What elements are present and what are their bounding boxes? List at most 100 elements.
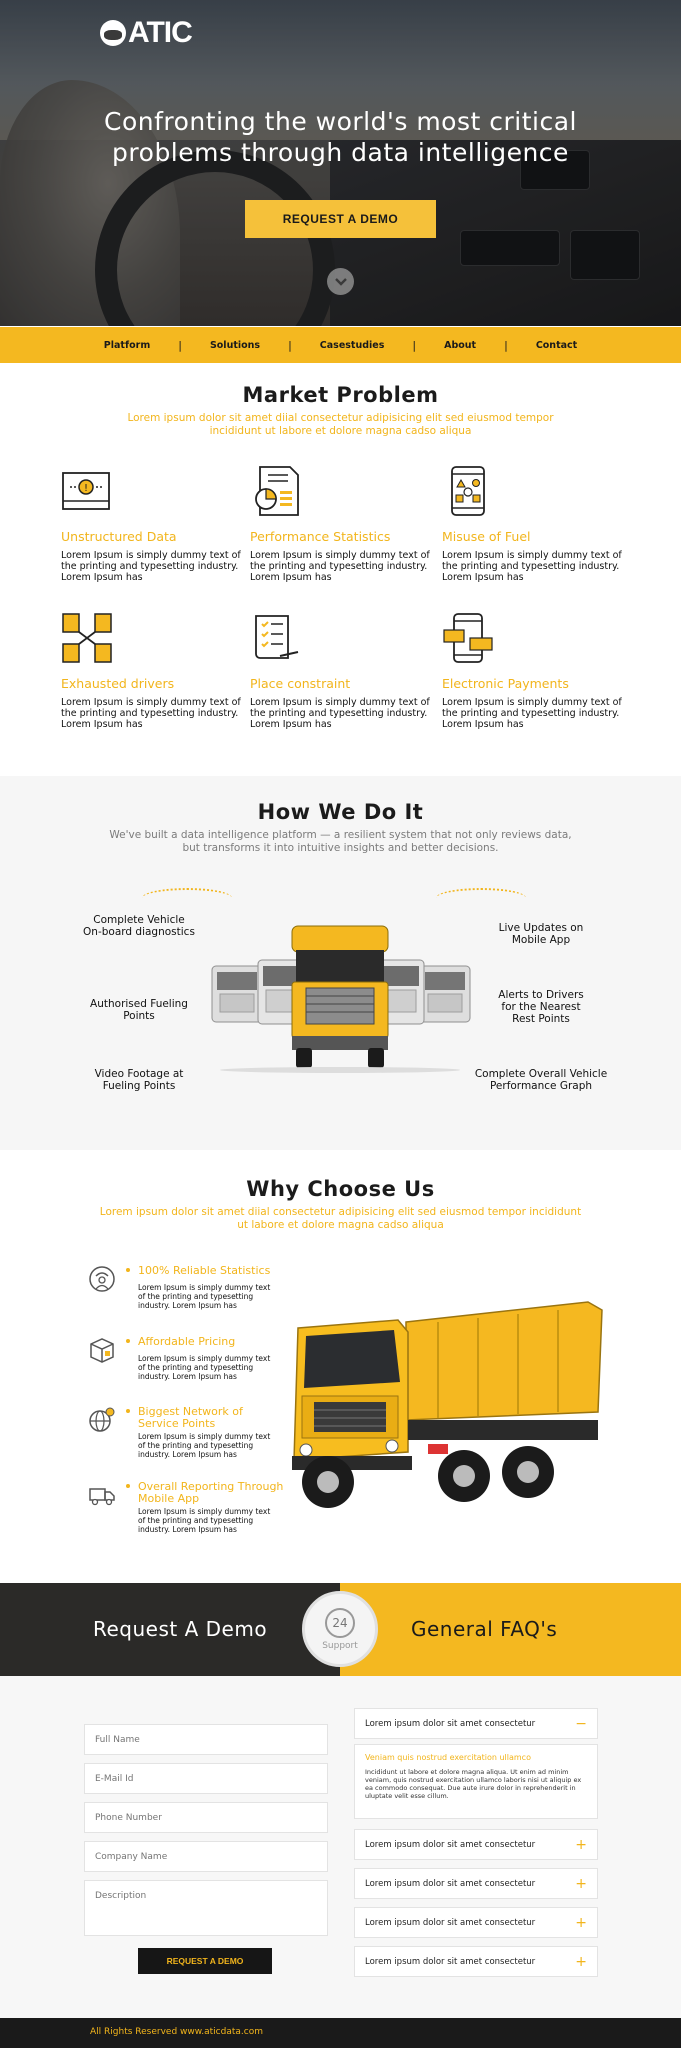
problem-text: Lorem Ipsum is simply dummy text of the … xyxy=(250,550,430,583)
plus-icon: + xyxy=(575,1914,587,1931)
plus-icon: + xyxy=(575,1875,587,1892)
faq-answer-text: Incididunt ut labore et dolore magna ali… xyxy=(365,1768,582,1800)
faq-answer: Veniam quis nostrud exercitation ullamco… xyxy=(354,1744,598,1819)
main-nav: Platform | Solutions | Casestudies | Abo… xyxy=(0,327,681,363)
faq-item[interactable]: Lorem ipsum dolor sit amet consectetur + xyxy=(354,1946,598,1977)
feature-label: Complete Vehicle On-board diagnostics xyxy=(83,914,195,938)
faq-item[interactable]: Lorem ipsum dolor sit amet consectetur + xyxy=(354,1868,598,1899)
nav-casestudies[interactable]: Casestudies xyxy=(320,340,385,351)
problem-title: Unstructured Data xyxy=(61,529,177,544)
why-item-title: Overall Reporting Through Mobile App xyxy=(126,1481,298,1505)
mobile-shapes-icon xyxy=(451,466,485,516)
problem-title: Performance Statistics xyxy=(250,529,391,544)
email-field[interactable] xyxy=(84,1763,328,1794)
dump-truck-image xyxy=(292,1301,603,1508)
why-item-title: 100% Reliable Statistics xyxy=(126,1265,298,1277)
footer-copyright: All Rights Reserved www.aticdata.com xyxy=(90,2027,263,2037)
problem-text: Lorem Ipsum is simply dummy text of the … xyxy=(442,550,622,583)
how-title: How We Do It xyxy=(257,800,424,824)
hero-section: ATIC Confronting the world's most critic… xyxy=(0,0,681,326)
checklist-scroll-icon xyxy=(255,615,299,659)
plus-icon: + xyxy=(575,1836,587,1853)
faq-question: Lorem ipsum dolor sit amet consectetur xyxy=(365,1718,536,1729)
submit-demo-button[interactable]: REQUEST A DEMO xyxy=(138,1948,272,1974)
faq-answer-title: Veniam quis nostrud exercitation ullamco xyxy=(365,1753,531,1762)
faq-question: Lorem ipsum dolor sit amet consectetur xyxy=(365,1956,536,1967)
faq-item[interactable]: Lorem ipsum dolor sit amet consectetur + xyxy=(354,1907,598,1938)
faq-item-open[interactable]: Lorem ipsum dolor sit amet consectetur − xyxy=(354,1708,598,1739)
why-item-title: Affordable Pricing xyxy=(126,1336,298,1348)
problem-title: Place constraint xyxy=(250,676,351,691)
why-item-text: Lorem Ipsum is simply dummy text of the p… xyxy=(138,1283,271,1310)
support-label: Support xyxy=(322,1640,358,1651)
trucks-fleet-image xyxy=(211,925,471,1073)
why-item-text: Lorem Ipsum is simply dummy text of the p… xyxy=(138,1432,271,1459)
documents-cross-icon xyxy=(62,613,112,663)
support-badge: 24 Support xyxy=(302,1591,378,1667)
request-demo-heading: Request A Demo xyxy=(93,1617,268,1641)
faq-question: Lorem ipsum dolor sit amet consectetur xyxy=(365,1878,536,1889)
company-field[interactable] xyxy=(84,1841,328,1872)
problem-card: Electronic Payments Lorem Ipsum is simpl… xyxy=(442,612,622,730)
box-icon xyxy=(90,1338,114,1363)
dotted-arc xyxy=(436,888,526,908)
how-we-do-it-section: How We Do It We've built a data intellig… xyxy=(0,776,681,1150)
problem-card: ! Unstructured Data Lorem Ipsum is simpl… xyxy=(61,465,241,583)
hero-headline: Confronting the world's most critical pr… xyxy=(104,107,577,167)
nav-about[interactable]: About xyxy=(444,340,476,351)
chevron-down-icon xyxy=(334,277,347,286)
faq-item[interactable]: Lorem ipsum dolor sit amet consectetur + xyxy=(354,1829,598,1860)
globe-logo-icon xyxy=(100,20,126,46)
problem-text: Lorem Ipsum is simply dummy text of the … xyxy=(442,697,622,730)
full-name-field[interactable] xyxy=(84,1724,328,1755)
feature-label: Video Footage at Fueling Points xyxy=(94,1068,184,1092)
problem-text: Lorem Ipsum is simply dummy text of the … xyxy=(61,697,241,730)
problem-text: Lorem Ipsum is simply dummy text of the … xyxy=(61,550,241,583)
nav-divider: | xyxy=(504,338,508,352)
request-demo-button[interactable]: REQUEST A DEMO xyxy=(245,200,436,238)
scroll-down-button[interactable] xyxy=(327,268,354,295)
problem-title: Misuse of Fuel xyxy=(442,529,531,544)
document-alert-icon: ! xyxy=(62,472,110,510)
dotted-arc xyxy=(142,888,232,908)
how-subtitle: We've built a data intelligence platform… xyxy=(109,829,572,854)
problem-title: Electronic Payments xyxy=(442,676,569,691)
problem-text: Lorem Ipsum is simply dummy text of the … xyxy=(250,697,430,730)
feature-label: Authorised Fueling Points xyxy=(90,998,188,1022)
description-field[interactable] xyxy=(84,1880,328,1936)
nav-divider: | xyxy=(412,338,417,352)
feature-label: Live Updates on Mobile App xyxy=(498,922,584,946)
faq-question: Lorem ipsum dolor sit amet consectetur xyxy=(365,1917,536,1928)
why-item-text: Lorem Ipsum is simply dummy text of the p… xyxy=(138,1507,271,1534)
why-subtitle: Lorem ipsum dolor sit amet diial consect… xyxy=(99,1206,582,1231)
phone-field[interactable] xyxy=(84,1802,328,1833)
footer: All Rights Reserved www.aticdata.com xyxy=(0,2018,681,2048)
problem-card: Performance Statistics Lorem Ipsum is si… xyxy=(250,465,430,583)
truck-icon xyxy=(89,1488,115,1506)
logo-text: ATIC xyxy=(128,16,193,49)
svg-text:!: ! xyxy=(84,483,88,494)
plus-icon: + xyxy=(575,1953,587,1970)
faq-heading: General FAQ's xyxy=(411,1617,558,1641)
why-title: Why Choose Us xyxy=(246,1177,435,1201)
feature-label: Complete Overall Vehicle Performance Grap… xyxy=(474,1068,608,1092)
site-logo[interactable]: ATIC xyxy=(100,16,193,50)
faq-question: Lorem ipsum dolor sit amet consectetur xyxy=(365,1839,536,1850)
why-item-title: Biggest Network of Service Points xyxy=(126,1406,298,1430)
problem-card: Place constraint Lorem Ipsum is simply d… xyxy=(250,612,430,730)
globe-pin-icon xyxy=(89,1407,115,1432)
nav-divider: | xyxy=(288,338,292,352)
minus-icon: − xyxy=(575,1715,587,1732)
why-item-text: Lorem Ipsum is simply dummy text of the p… xyxy=(138,1354,271,1381)
clock-24-icon: 24 xyxy=(325,1607,355,1638)
nav-platform[interactable]: Platform xyxy=(104,340,150,351)
nav-divider: | xyxy=(178,338,182,352)
nav-contact[interactable]: Contact xyxy=(536,340,577,351)
problem-card: Misuse of Fuel Lorem Ipsum is simply dum… xyxy=(442,465,622,583)
nav-solutions[interactable]: Solutions xyxy=(210,340,260,351)
shield-person-icon xyxy=(89,1266,115,1292)
feature-label: Alerts to Drivers for the Nearest Rest Poi… xyxy=(498,989,584,1025)
market-problem-subtitle: Lorem ipsum dolor sit amet diial consect… xyxy=(127,412,554,437)
problem-title: Exhausted drivers xyxy=(61,676,175,691)
market-problem-title: Market Problem xyxy=(242,383,439,407)
